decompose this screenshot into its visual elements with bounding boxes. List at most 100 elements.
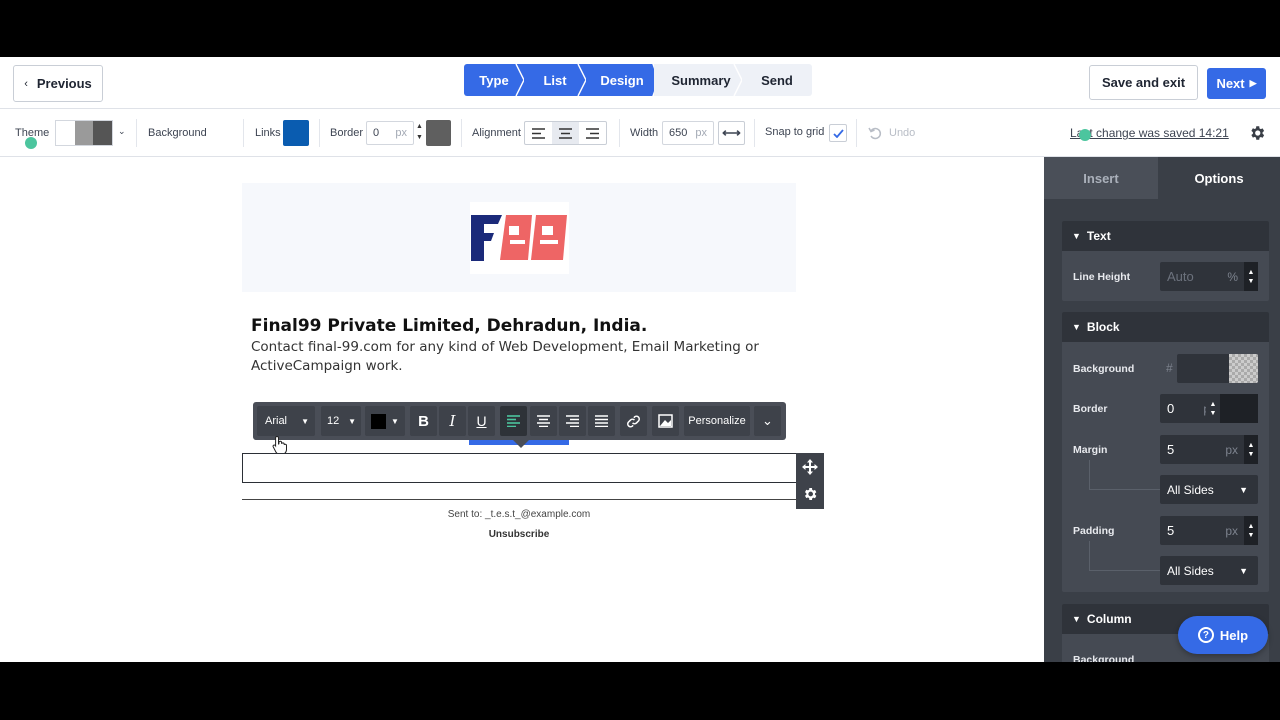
block-settings-gear-icon[interactable] [802, 486, 818, 502]
margin-input[interactable]: 5 px ▲ ▼ [1160, 435, 1258, 464]
column-background-label: Background [1073, 654, 1135, 662]
email-canvas: Final99 Private Limited, Dehradun, India… [0, 158, 1044, 662]
chevron-left-icon: ‹ [24, 77, 28, 90]
link-icon[interactable] [620, 406, 647, 436]
links-color-swatch[interactable] [283, 120, 309, 146]
save-and-exit-button[interactable]: Save and exit [1089, 65, 1198, 100]
chevron-down-icon: ▼ [1239, 565, 1248, 576]
block-border-label: Border [1073, 403, 1108, 415]
bold-icon[interactable]: B [410, 406, 437, 436]
caret-down-icon: ▼ [1072, 231, 1081, 241]
previous-button[interactable]: ‹ Previous [13, 65, 103, 102]
align-left-icon[interactable] [525, 122, 552, 144]
block-section-header[interactable]: ▼ Block [1062, 312, 1269, 342]
chevron-down-icon: ▼ [348, 416, 356, 426]
step-separator-icon [577, 64, 587, 96]
underline-icon[interactable]: U [468, 406, 495, 436]
company-logo[interactable] [470, 202, 569, 274]
width-input[interactable]: 650 px [662, 121, 714, 145]
campaign-designer: ‹ Previous Type List Design Summary Send [0, 57, 1280, 662]
step-list[interactable]: List [524, 64, 587, 96]
caret-right-icon: ▶ [1249, 78, 1257, 88]
panel-tabs: Insert Options [1044, 157, 1280, 199]
email-body-text[interactable]: Contact final-99.com for any kind of Web… [251, 338, 771, 376]
line-height-input[interactable]: Auto % ▲ ▼ [1160, 262, 1258, 291]
text-section: ▼ Text Line Height Auto % ▲ ▼ [1062, 221, 1269, 301]
margin-label: Margin [1073, 444, 1108, 456]
step-design[interactable]: Design [586, 64, 658, 96]
image-icon[interactable] [652, 406, 679, 436]
padding-sides-select[interactable]: All Sides ▼ [1160, 556, 1258, 585]
margin-stepper[interactable]: ▲ ▼ [1244, 435, 1258, 464]
step-send[interactable]: Send [742, 64, 812, 96]
block-border-input[interactable]: 0 px ▲▼ [1160, 394, 1258, 423]
last-saved-link[interactable]: Last change was saved 14:21 [1070, 126, 1229, 140]
cursor-indicator [1079, 129, 1091, 141]
caret-down-icon: ▼ [1072, 322, 1081, 332]
text-align-right-icon[interactable] [559, 406, 586, 436]
help-button[interactable]: ? Help [1178, 616, 1268, 654]
margin-sides-select[interactable]: All Sides ▼ [1160, 475, 1258, 504]
selected-text-block[interactable] [242, 453, 797, 483]
italic-icon[interactable]: I [439, 406, 466, 436]
line-height-label: Line Height [1073, 271, 1131, 283]
block-controls [796, 453, 824, 509]
text-color-select[interactable]: ▼ [365, 406, 405, 436]
next-button[interactable]: Next ▶ [1207, 68, 1266, 99]
border-stepper[interactable]: ▲ ▼ [414, 121, 425, 145]
text-align-center-icon[interactable] [530, 406, 557, 436]
text-justify-icon[interactable] [588, 406, 615, 436]
more-options-icon[interactable]: ⌄ [754, 406, 781, 436]
text-section-header[interactable]: ▼ Text [1062, 221, 1269, 251]
question-icon: ? [1197, 627, 1214, 643]
text-color-swatch [371, 413, 387, 429]
tab-options[interactable]: Options [1158, 157, 1280, 199]
options-panel: Insert Options ▼ Text Line Height Auto % … [1044, 157, 1280, 662]
chevron-down-icon: ▼ [301, 416, 309, 426]
sent-to-text: Sent to: _t.e.s.t_@example.com [447, 509, 591, 520]
full-width-toggle-icon[interactable]: ⟷ [718, 121, 745, 145]
border-color-swatch[interactable] [426, 120, 451, 146]
block-background-color-input[interactable] [1177, 354, 1258, 383]
step-navigation: Type List Design Summary Send [464, 64, 812, 96]
font-size-select[interactable]: 12 ▼ [321, 406, 361, 436]
logo-image [471, 215, 567, 261]
personalize-button[interactable]: Personalize [684, 406, 750, 436]
line-height-stepper[interactable]: ▲ ▼ [1244, 262, 1258, 291]
padding-input[interactable]: 5 px ▲ ▼ [1160, 516, 1258, 545]
previous-label: Previous [36, 76, 92, 91]
move-icon[interactable] [802, 459, 818, 475]
undo-icon[interactable] [868, 126, 882, 140]
block-background-label: Background [1073, 363, 1135, 375]
snap-to-grid-label: Snap to grid [765, 126, 825, 138]
align-right-icon[interactable] [579, 122, 606, 144]
block-border-stepper[interactable]: ▲ ▼ [1206, 394, 1220, 423]
padding-stepper[interactable]: ▲ ▼ [1244, 516, 1258, 545]
margin-connector [1089, 460, 1160, 490]
theme-dropdown-icon[interactable]: ⌄ [118, 126, 126, 137]
gear-icon[interactable] [1248, 124, 1266, 142]
step-summary[interactable]: Summary [654, 64, 743, 96]
design-toolbar: Theme ⌄ Background Links Border 0 px ▲ ▼ … [0, 109, 1280, 157]
background-label[interactable]: Background [148, 127, 207, 139]
snap-to-grid-checkbox[interactable] [829, 124, 847, 142]
text-align-left-icon[interactable] [500, 406, 527, 436]
font-family-select[interactable]: Arial ▼ [257, 406, 315, 436]
padding-connector [1089, 541, 1160, 571]
text-format-toolbar: Arial ▼ 12 ▼ ▼ B I U Personalize ⌄ [253, 402, 786, 440]
transparent-swatch [1229, 354, 1258, 383]
border-width-input[interactable]: 0 px [366, 121, 414, 145]
undo-label[interactable]: Undo [889, 127, 915, 139]
email-heading[interactable]: Final99 Private Limited, Dehradun, India… [251, 316, 647, 336]
top-header: ‹ Previous Type List Design Summary Send [0, 57, 1280, 109]
theme-swatches[interactable] [55, 120, 113, 146]
footer-divider [242, 499, 797, 500]
align-center-icon[interactable] [552, 122, 579, 144]
tab-insert[interactable]: Insert [1044, 157, 1158, 199]
toolbar-pointer [513, 440, 529, 448]
hand-cursor-icon [272, 435, 287, 455]
chevron-down-icon: ▼ [391, 416, 399, 426]
check-icon [832, 128, 844, 138]
unsubscribe-link[interactable]: Unsubscribe [0, 529, 1038, 540]
step-type[interactable]: Type [464, 64, 525, 96]
